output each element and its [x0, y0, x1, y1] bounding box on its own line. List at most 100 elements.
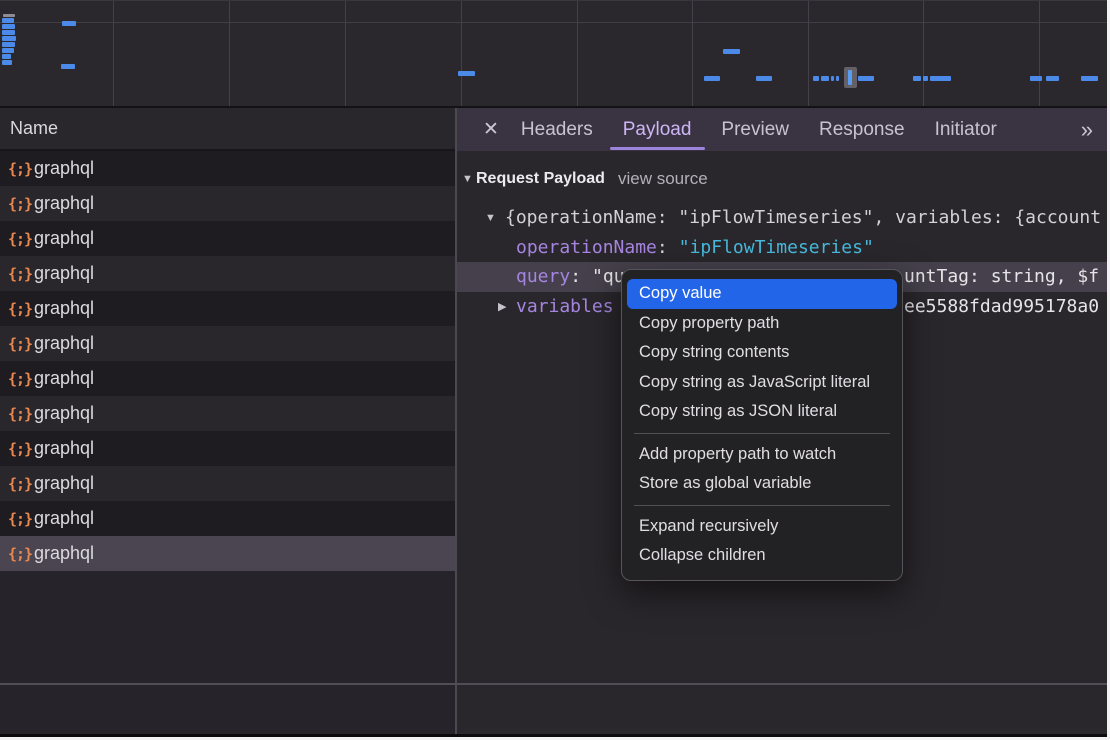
timeline-gridline — [692, 1, 693, 106]
object-preview-text[interactable]: {operationName: "ipFlowTimeseries", vari… — [505, 203, 1101, 233]
request-row[interactable]: {;}graphql — [0, 186, 455, 221]
tab-initiator[interactable]: Initiator — [935, 108, 997, 151]
timeline-gridline — [1039, 1, 1040, 106]
json-icon: {;} — [8, 300, 34, 318]
request-row[interactable]: {;}graphql — [0, 361, 455, 396]
json-icon: {;} — [8, 230, 34, 248]
timeline-gridline — [229, 1, 230, 106]
tab-preview[interactable]: Preview — [721, 108, 789, 151]
payload-section-title: Request Payload — [476, 164, 605, 194]
context-menu-item-collapse-children[interactable]: Collapse children — [622, 541, 902, 571]
request-name-label: graphql — [34, 508, 94, 529]
request-timing-bar[interactable] — [930, 76, 951, 81]
request-timing-bar[interactable] — [61, 64, 75, 69]
request-timing-bar[interactable] — [704, 76, 720, 81]
json-icon: {;} — [8, 160, 34, 178]
json-icon: {;} — [8, 265, 34, 283]
request-row[interactable]: {;}graphql — [0, 326, 455, 361]
name-column-header[interactable]: Name — [0, 108, 455, 151]
network-overview-timeline[interactable] — [0, 1, 1107, 108]
request-row[interactable]: {;}graphql — [0, 256, 455, 291]
request-timing-bar[interactable] — [821, 76, 829, 81]
tab-response[interactable]: Response — [819, 108, 905, 151]
timeline-gridline — [577, 1, 578, 106]
request-timing-bar[interactable] — [62, 21, 76, 26]
request-timing-bar[interactable] — [2, 42, 15, 47]
json-icon: {;} — [8, 475, 34, 493]
overflow-tabs-icon[interactable]: » — [1081, 117, 1093, 143]
json-icon: {;} — [8, 195, 34, 213]
request-name-label: graphql — [34, 158, 94, 179]
request-timing-bar[interactable] — [2, 48, 14, 53]
request-timing-bar[interactable] — [848, 70, 852, 85]
json-icon: {;} — [8, 510, 34, 528]
request-timing-bar[interactable] — [756, 76, 772, 81]
context-menu-item-copy-string-as-javascript-literal[interactable]: Copy string as JavaScript literal — [622, 368, 902, 398]
request-row[interactable]: {;}graphql — [0, 501, 455, 536]
expand-icon[interactable]: ▶ — [498, 292, 506, 322]
context-menu-item-expand-recursively[interactable]: Expand recursively — [622, 512, 902, 542]
context-menu-item-add-property-path-to-watch[interactable]: Add property path to watch — [622, 440, 902, 470]
context-menu: Copy valueCopy property pathCopy string … — [621, 269, 903, 581]
request-timing-bar[interactable] — [836, 76, 839, 81]
details-tabbar: ✕ Headers Payload Preview Response Initiator… — [457, 108, 1107, 151]
request-row[interactable]: {;}graphql — [0, 291, 455, 326]
request-timing-bar[interactable] — [1046, 76, 1059, 81]
timeline-gridline — [0, 22, 1107, 23]
context-menu-item-copy-string-contents[interactable]: Copy string contents — [622, 338, 902, 368]
request-timing-bar[interactable] — [923, 76, 928, 81]
request-timing-bar[interactable] — [3, 14, 15, 17]
request-timing-bar[interactable] — [831, 76, 834, 81]
collapse-icon[interactable]: ▼ — [485, 203, 496, 233]
request-timing-bar[interactable] — [813, 76, 819, 81]
request-row[interactable]: {;}graphql — [0, 431, 455, 466]
request-timing-bar[interactable] — [2, 30, 15, 35]
request-name-label: graphql — [34, 333, 94, 354]
request-timing-bar[interactable] — [2, 36, 16, 41]
context-menu-item-store-as-global-variable[interactable]: Store as global variable — [622, 469, 902, 499]
request-timing-bar[interactable] — [723, 49, 740, 54]
json-icon: {;} — [8, 545, 34, 563]
request-name-label: graphql — [34, 193, 94, 214]
request-name-label: graphql — [34, 473, 94, 494]
view-source-link[interactable]: view source — [618, 164, 708, 194]
close-icon[interactable]: ✕ — [483, 118, 499, 141]
request-name-label: graphql — [34, 368, 94, 389]
request-name-label: graphql — [34, 403, 94, 424]
request-timing-bar[interactable] — [1081, 76, 1098, 81]
collapse-icon[interactable]: ▼ — [462, 164, 473, 194]
timeline-gridline — [808, 1, 809, 106]
request-timing-bar[interactable] — [2, 54, 11, 59]
tab-payload[interactable]: Payload — [623, 108, 692, 151]
json-icon: {;} — [8, 335, 34, 353]
request-timing-bar[interactable] — [2, 24, 15, 29]
request-name-label: graphql — [34, 543, 94, 564]
list-bottom-divider — [0, 683, 1107, 685]
request-row[interactable]: {;}graphql — [0, 536, 455, 571]
request-row[interactable]: {;}graphql — [0, 396, 455, 431]
request-timing-bar[interactable] — [1030, 76, 1042, 81]
request-row[interactable]: {;}graphql — [0, 466, 455, 501]
request-timing-bar[interactable] — [2, 60, 12, 65]
context-menu-item-copy-string-as-json-literal[interactable]: Copy string as JSON literal — [622, 397, 902, 427]
tab-headers[interactable]: Headers — [521, 108, 593, 151]
json-icon: {;} — [8, 405, 34, 423]
devtools-window: Name {;}graphql{;}graphql{;}graphql{;}gr… — [0, 0, 1107, 737]
variables-value-fragment: ee5588fdad995178a0 — [904, 292, 1099, 322]
property-operationName[interactable]: operationName:"ipFlowTimeseries" — [516, 233, 874, 263]
request-timing-bar[interactable] — [458, 71, 475, 76]
timeline-gridline — [461, 1, 462, 106]
request-row[interactable]: {;}graphql — [0, 221, 455, 256]
request-row[interactable]: {;}graphql — [0, 151, 455, 186]
request-timing-bar[interactable] — [913, 76, 921, 81]
request-name-label: graphql — [34, 438, 94, 459]
request-timing-bar[interactable] — [2, 18, 14, 23]
request-timing-bar[interactable] — [858, 76, 874, 81]
menu-separator — [634, 433, 890, 434]
context-menu-item-copy-value[interactable]: Copy value — [627, 279, 897, 309]
name-column-label: Name — [10, 118, 58, 139]
context-menu-item-copy-property-path[interactable]: Copy property path — [622, 309, 902, 339]
query-value-fragment: untTag: string, $f — [904, 262, 1099, 292]
requests-panel: Name {;}graphql{;}graphql{;}graphql{;}gr… — [0, 108, 455, 734]
timeline-gridline — [345, 1, 346, 106]
